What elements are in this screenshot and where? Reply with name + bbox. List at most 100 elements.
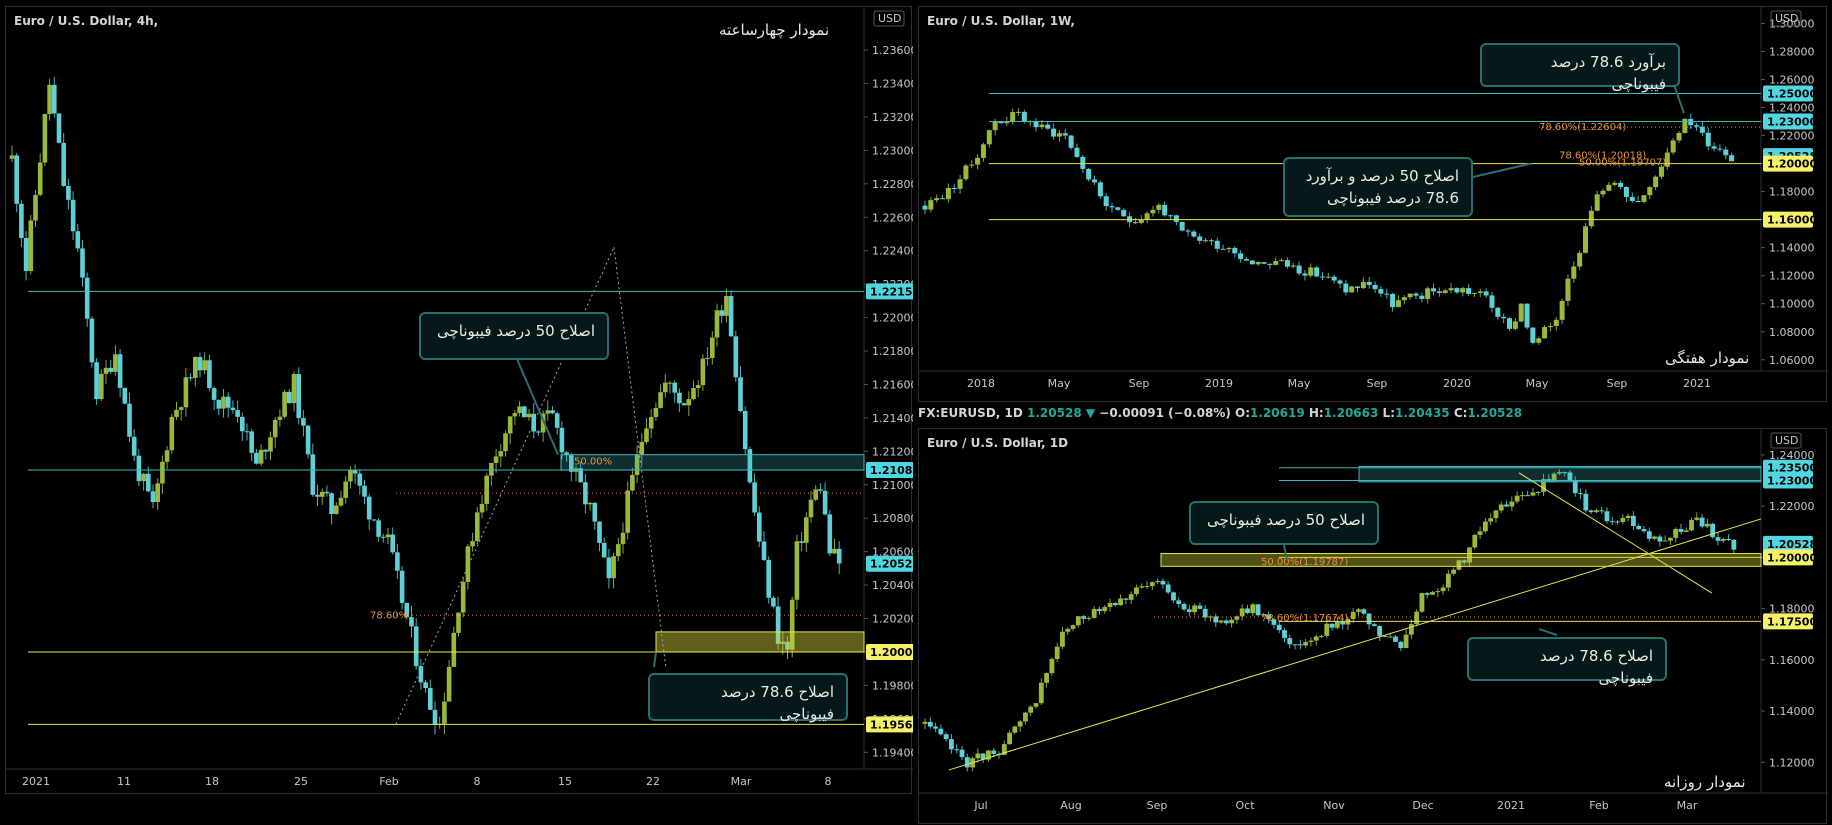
y-tick-label: 1.19400 <box>872 746 913 759</box>
candle-body <box>1021 111 1027 122</box>
y-tick-label: 1.21400 <box>872 412 913 425</box>
candle-body <box>964 757 970 768</box>
candle-body <box>1525 495 1531 497</box>
candle-body <box>1155 580 1161 583</box>
callout-pointer <box>510 344 559 456</box>
candle-body <box>169 416 175 451</box>
candle-body <box>33 194 38 221</box>
candle-body <box>1012 726 1018 733</box>
candle-body <box>1604 511 1610 522</box>
y-tick-label: 1.23600 <box>872 44 913 57</box>
candle-body <box>99 373 104 400</box>
candle-body <box>1445 573 1451 588</box>
candle-body <box>1430 592 1435 595</box>
candle-body <box>1424 593 1430 595</box>
candle-body <box>1547 325 1553 328</box>
y-tick-label: 1.21800 <box>872 345 913 358</box>
chart-panel-4h[interactable]: 1.23600 1.23400 1.23200 1.23000 1.22800 1.226… <box>5 6 913 794</box>
candle-body <box>221 396 226 409</box>
chart-daily-svg[interactable]: 1.240001.220001.200001.180001.160001.140… <box>919 429 1828 825</box>
candle-body <box>1518 303 1524 322</box>
candle-body <box>963 165 969 180</box>
candle-body <box>813 489 818 500</box>
candle-body <box>164 450 170 462</box>
chart-panel-daily[interactable]: 1.240001.220001.200001.180001.160001.140… <box>918 428 1828 825</box>
candle-body <box>1594 510 1599 513</box>
x-tick-label: 2018 <box>967 377 995 390</box>
symbol-header: FX:EURUSD, 1D 1.20528 ▼ −0.00091 (−0.08%… <box>918 406 1522 420</box>
candle-body <box>460 581 466 613</box>
candle-body <box>943 734 949 740</box>
candle-body <box>1287 638 1293 645</box>
candle-body <box>1017 721 1023 727</box>
candle-body <box>305 425 311 455</box>
candle-body <box>1329 623 1335 628</box>
candle-body <box>771 597 776 607</box>
candle-body <box>103 367 109 374</box>
candle-body <box>75 231 81 249</box>
price-tag-label: 1.16000 <box>1767 214 1817 227</box>
candle-body <box>738 377 743 412</box>
candle-body <box>334 505 339 514</box>
candle-body <box>705 357 710 359</box>
candle-body <box>1572 480 1578 494</box>
x-tick-label: 2021 <box>1497 799 1525 812</box>
candle-body <box>1179 221 1185 231</box>
candle-body <box>1092 179 1098 183</box>
candle-body <box>583 482 588 505</box>
candle-body <box>922 205 928 210</box>
candle-body <box>827 514 833 554</box>
candle-body <box>957 179 963 189</box>
candle-body <box>1509 501 1515 507</box>
candle-body <box>1303 642 1309 646</box>
candle-body <box>1223 620 1229 624</box>
candle-body <box>1578 493 1583 495</box>
candle-body <box>1121 209 1127 217</box>
candle-body <box>1185 230 1191 232</box>
y-tick-label: 1.22000 <box>872 312 913 325</box>
candle-body <box>804 517 809 543</box>
candle-body <box>1290 265 1296 267</box>
candle-body <box>1045 124 1051 129</box>
candle-body <box>1007 732 1012 745</box>
candle-body <box>1123 598 1129 600</box>
price-tag-label: 1.19567 <box>870 718 913 731</box>
chart-caption-daily: نمودار روزانه <box>1664 773 1746 791</box>
candle-body <box>1075 616 1081 626</box>
candle-body <box>146 473 151 492</box>
x-tick-label: Dec <box>1412 799 1433 812</box>
price-tag-label: 1.20000 <box>870 646 913 659</box>
candle-body <box>620 532 626 545</box>
candle-body <box>1390 293 1396 308</box>
candle-body <box>587 502 593 505</box>
candle-body <box>136 455 142 482</box>
candle-body <box>197 357 203 371</box>
candle-body <box>84 277 90 319</box>
candle-body <box>742 411 748 450</box>
candle-body <box>475 512 480 542</box>
candle-body <box>1535 491 1541 493</box>
candle-body <box>80 248 85 278</box>
chart-title-4h: Euro / U.S. Dollar, 4h, <box>14 14 159 28</box>
candle-body <box>949 739 954 750</box>
candle-body <box>1694 517 1700 520</box>
trendline-resistance <box>1518 472 1713 594</box>
candle-body <box>672 382 677 393</box>
candle-body <box>639 442 645 455</box>
candle-body <box>315 494 320 497</box>
fib-label-786: 78.60%(1.17674) <box>1261 613 1348 624</box>
candle-body <box>1203 240 1209 242</box>
candle-body <box>1711 146 1717 149</box>
candle-body <box>1023 712 1028 722</box>
candle-body <box>1652 536 1657 539</box>
candle-body <box>1471 292 1477 294</box>
candle-body <box>1419 593 1425 612</box>
candle-body <box>559 427 565 453</box>
candle-body <box>677 392 682 404</box>
callout-pointer <box>1472 162 1532 178</box>
candle-body <box>761 541 767 561</box>
candle-body <box>1662 540 1668 542</box>
candle-body <box>719 310 724 316</box>
x-tick-label: Nov <box>1323 799 1345 812</box>
chart-panel-weekly[interactable]: 1.300001.280001.260001.240001.220001.200… <box>918 6 1828 402</box>
